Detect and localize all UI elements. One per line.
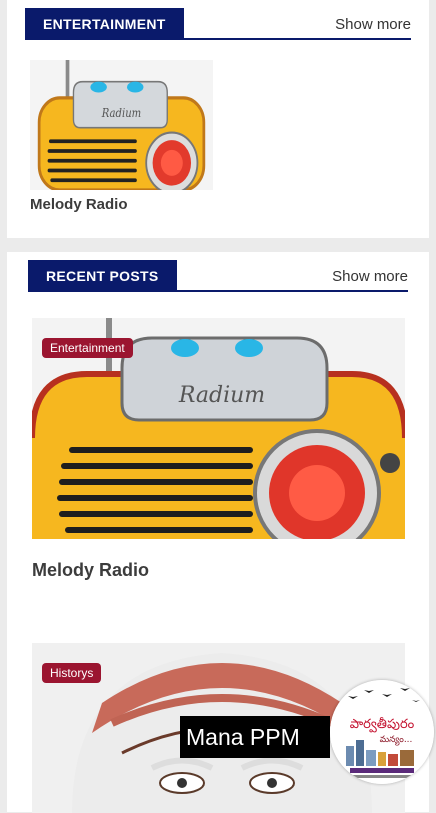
radio-brand: Radium — [101, 106, 141, 120]
post-thumbnail[interactable]: Radium — [30, 60, 213, 190]
category-badge[interactable]: Entertainment — [42, 338, 133, 358]
section-title: ENTERTAINMENT — [25, 8, 184, 40]
entertainment-section: ENTERTAINMENT Show more Radium Melody Ra… — [7, 0, 429, 238]
category-badge[interactable]: Historys — [42, 663, 102, 683]
section-header: RECENT POSTS Show more — [28, 260, 408, 292]
show-more-link[interactable]: Show more — [335, 16, 411, 33]
logo-subtitle: మన్యం... — [380, 735, 413, 746]
post-title[interactable]: Melody Radio — [32, 560, 149, 581]
site-logo[interactable]: పార్వతీపురం మన్యం... — [330, 680, 434, 784]
section-header: ENTERTAINMENT Show more — [25, 8, 411, 40]
show-more-link[interactable]: Show more — [332, 268, 408, 285]
logo-title: పార్వతీపురం — [350, 717, 415, 733]
post-title[interactable]: Melody Radio — [30, 196, 128, 213]
radio-image: Radium — [30, 60, 213, 190]
radio-brand: Radium — [178, 383, 265, 408]
promo-banner[interactable]: Mana PPM — [180, 716, 330, 758]
logo-graphic: పార్వతీపురం మన్యం... — [330, 680, 434, 784]
section-title: RECENT POSTS — [28, 260, 177, 292]
